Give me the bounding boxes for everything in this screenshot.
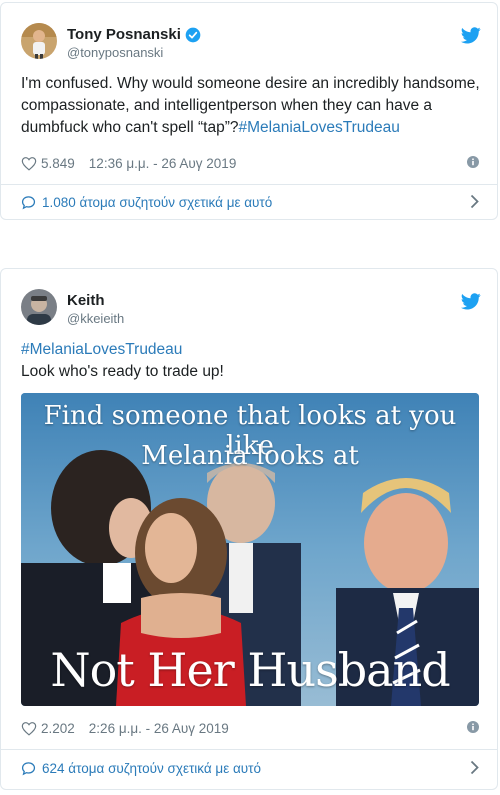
reply-bubble-icon	[21, 761, 36, 775]
author-handle[interactable]: @kkeieith	[67, 311, 124, 326]
like-count[interactable]: 2.202	[41, 721, 75, 736]
twitter-bird-icon[interactable]	[461, 27, 481, 44]
tweet-meta: 2.202 2:26 μ.μ. - 26 Αυγ 2019	[21, 718, 479, 738]
like-count[interactable]: 5.849	[41, 156, 75, 171]
avatar[interactable]	[21, 289, 57, 325]
info-icon[interactable]	[467, 156, 479, 168]
discussion-text[interactable]: 624 άτομα συζητούν σχετικά με αυτό	[42, 761, 261, 776]
tweet-body: Look who's ready to trade up!	[21, 363, 224, 380]
tweet-text: I'm confused. Why would someone desire a…	[21, 73, 481, 139]
avatar[interactable]	[21, 23, 57, 59]
info-icon[interactable]	[467, 721, 479, 733]
tweet-meta: 5.849 12:36 μ.μ. - 26 Αυγ 2019	[21, 153, 479, 173]
image-caption-bottom: Not Her Husband	[50, 643, 450, 697]
discussion-text[interactable]: 1.080 άτομα συζητούν σχετικά με αυτό	[42, 195, 272, 210]
heart-icon[interactable]	[21, 156, 37, 171]
author-handle[interactable]: @tonyposnanski	[67, 45, 163, 60]
timestamp[interactable]: 12:36 μ.μ. - 26 Αυγ 2019	[89, 156, 237, 171]
discussion-link[interactable]: 624 άτομα συζητούν σχετικά με αυτό	[21, 758, 479, 778]
hashtag-link[interactable]: #MelaniaLovesTrudeau	[21, 339, 481, 361]
chevron-right-icon[interactable]	[470, 760, 479, 775]
tweet-header: Keith @kkeieith	[21, 289, 481, 329]
image-caption-top-2: Melania looks at	[141, 441, 359, 471]
divider	[1, 749, 497, 750]
discussion-link[interactable]: 1.080 άτομα συζητούν σχετικά με αυτό	[21, 192, 479, 212]
tweet-header: Tony Posnanski @tonyposnanski	[21, 23, 481, 63]
tweet-image[interactable]: Find someone that looks at you like Mela…	[21, 393, 479, 706]
hashtag-link[interactable]: #MelaniaLovesTrudeau	[238, 119, 399, 136]
timestamp[interactable]: 2:26 μ.μ. - 26 Αυγ 2019	[89, 721, 229, 736]
tweet-card: Tony Posnanski @tonyposnanski I'm confus…	[0, 2, 498, 220]
verified-badge-icon	[185, 27, 201, 42]
reply-bubble-icon	[21, 195, 36, 209]
author-name[interactable]: Keith	[67, 292, 105, 309]
author-name[interactable]: Tony Posnanski	[67, 26, 181, 43]
heart-icon[interactable]	[21, 721, 37, 736]
divider	[1, 184, 497, 185]
chevron-right-icon[interactable]	[470, 194, 479, 209]
twitter-bird-icon[interactable]	[461, 293, 481, 310]
tweet-text: #MelaniaLovesTrudeau Look who's ready to…	[21, 339, 481, 383]
tweet-card: Keith @kkeieith #MelaniaLovesTrudeau Loo…	[0, 268, 498, 790]
